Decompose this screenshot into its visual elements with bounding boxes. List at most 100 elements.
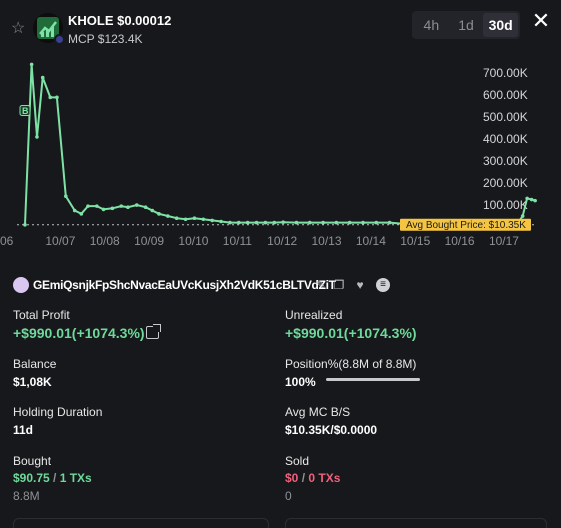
avg-bought-label: Avg Bought Price: $10.35K (400, 218, 531, 231)
external-link-icon[interactable] (146, 324, 161, 339)
data-point (254, 220, 259, 225)
sold-txs: 0 TXs (308, 471, 341, 485)
market-cap: MCP $123.4K (68, 32, 143, 46)
data-point (201, 217, 206, 222)
unrealized-label: Unrealized (285, 308, 343, 322)
data-point (86, 204, 90, 208)
close-icon[interactable]: ✕ (531, 10, 551, 32)
data-point (525, 196, 529, 201)
y-tick-label: 500.00K (483, 110, 528, 124)
wallet-avatar (13, 277, 29, 293)
data-point (210, 218, 214, 223)
data-point (48, 95, 53, 100)
buy-marker: B (19, 105, 31, 117)
data-point (245, 220, 250, 225)
data-point (166, 214, 170, 218)
bought-separator: / (49, 471, 60, 485)
tab-4h[interactable]: 4h (414, 13, 449, 37)
balance-label: Balance (13, 357, 57, 371)
data-point (29, 62, 34, 67)
total-profit-label: Total Profit (13, 308, 70, 322)
total-profit-value: +$990.01(+1074.3%) (13, 325, 145, 341)
copy-icon[interactable]: ❐ (332, 278, 346, 292)
y-tick-label: 300.00K (483, 154, 528, 168)
position-value: 100% (285, 375, 316, 389)
star-icon[interactable]: ☆ (11, 20, 29, 38)
tab-30d[interactable]: 30d (483, 13, 519, 37)
tab-1d[interactable]: 1d (449, 13, 484, 37)
data-point (119, 204, 124, 208)
data-point (150, 208, 155, 213)
sold-label: Sold (285, 454, 310, 468)
heart-icon[interactable]: ♥ (353, 278, 367, 292)
data-point (272, 220, 277, 225)
x-tick-label: 10/12 (267, 234, 297, 248)
sold-value: $0 / 0 TXs (285, 471, 340, 485)
data-point (529, 197, 534, 202)
y-tick-label: 700.00K (483, 66, 528, 80)
data-point (334, 220, 339, 225)
data-point (101, 207, 106, 212)
avg-bought-label-text: Avg Bought Price: $10.35K (406, 220, 526, 231)
data-point (361, 220, 365, 225)
x-tick-label: 06 (0, 234, 14, 248)
x-tick-label: 10/11 (223, 234, 252, 248)
timeframe-tabs: 4h 1d 30d (412, 11, 520, 39)
unrealized-value: +$990.01(+1074.3%) (285, 325, 417, 341)
y-tick-label: 400.00K (483, 132, 528, 146)
bought-amount: $90.75 (13, 471, 50, 485)
holding-duration-label: Holding Duration (13, 405, 103, 419)
data-point (63, 194, 68, 199)
data-point (374, 220, 379, 225)
data-point (143, 205, 148, 210)
data-point (95, 204, 99, 208)
sold-tokens: 0 (285, 489, 292, 503)
data-point (126, 205, 130, 210)
data-point (192, 216, 197, 221)
x-tick-label: 10/13 (312, 234, 342, 248)
data-point (520, 214, 525, 218)
data-point (387, 220, 392, 225)
data-point (110, 206, 115, 211)
avg-mc-value: $10.35K/$0.0000 (285, 423, 378, 437)
data-point (321, 220, 325, 225)
x-tick-label: 10/17 (489, 234, 519, 248)
bought-value: $90.75 / 1 TXs (13, 471, 92, 485)
position-label: Position%(8.8M of 8.8M) (285, 357, 417, 371)
data-point (72, 208, 77, 213)
y-tick-label: 200.00K (483, 176, 528, 190)
bottom-card-right (285, 518, 547, 528)
edit-icon[interactable]: ✎ (314, 278, 328, 292)
bottom-card-left (13, 518, 269, 528)
data-point (79, 212, 84, 216)
data-point (307, 220, 312, 225)
data-point (347, 220, 352, 225)
balance-value: $1,08K (13, 375, 52, 389)
x-tick-label: 10/14 (356, 234, 386, 248)
x-tick-label: 10/10 (178, 234, 208, 248)
y-tick-label: 600.00K (483, 88, 528, 102)
price-chart: 700.00K 600.00K 500.00K 400.00K 300.00K 200.0… (0, 62, 537, 248)
data-point (228, 220, 232, 225)
bought-label: Bought (13, 454, 52, 468)
menu-icon[interactable]: ≡ (376, 278, 390, 292)
series-line (24, 64, 536, 225)
data-point (294, 220, 299, 225)
position-progress-bar (326, 378, 420, 381)
data-point (263, 220, 268, 225)
data-point (281, 220, 285, 224)
chain-badge-icon (54, 34, 65, 45)
bought-txs: 1 TXs (59, 471, 92, 485)
sold-separator: / (298, 471, 309, 485)
data-point (183, 217, 188, 222)
data-point (174, 216, 179, 221)
data-point (219, 219, 223, 224)
x-tick-label: 10/16 (445, 234, 475, 248)
x-tick-label: 10/08 (90, 234, 120, 248)
data-point (236, 220, 241, 225)
avg-mc-label: Avg MC B/S (285, 405, 351, 419)
bought-tokens: 8.8M (13, 489, 40, 503)
data-point (134, 203, 139, 207)
data-point (40, 75, 45, 80)
x-tick-label: 10/07 (45, 234, 75, 248)
